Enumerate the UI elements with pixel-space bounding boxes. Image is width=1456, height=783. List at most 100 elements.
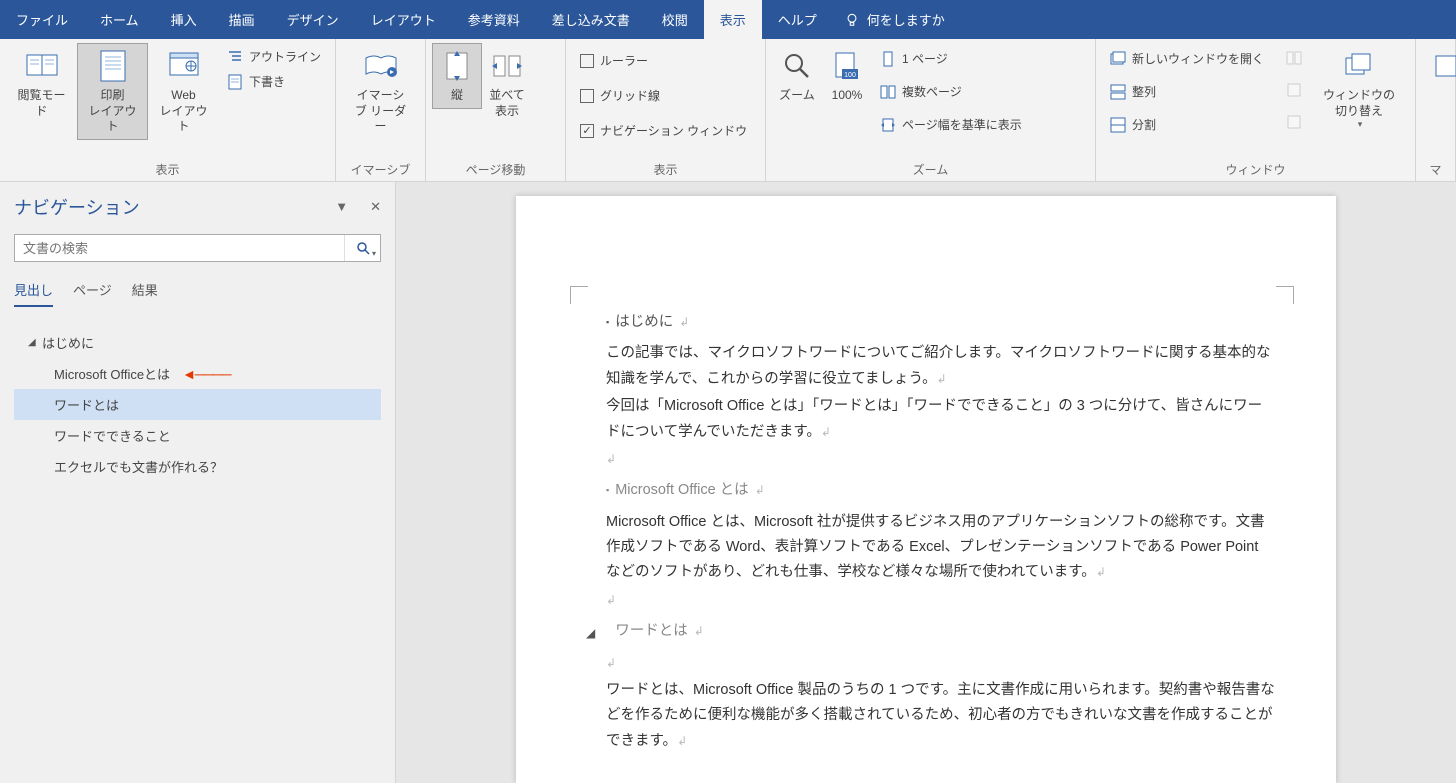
- menu-file[interactable]: ファイル: [0, 0, 84, 39]
- outline-item-word[interactable]: ワードとは: [14, 389, 381, 420]
- chevron-down-icon: ▾: [1358, 119, 1363, 130]
- outline-view-button[interactable]: アウトライン: [223, 45, 325, 68]
- outline-icon: [227, 49, 243, 65]
- checkbox-icon: [580, 89, 594, 103]
- arrange-all-button[interactable]: 整列: [1106, 80, 1268, 103]
- return-mark: ↲: [1096, 565, 1106, 579]
- ribbon-group-zoom: ズーム 100 100% 1 ページ 複数ページ ページ幅を基準に表示 ズーム: [766, 39, 1096, 181]
- search-input[interactable]: [15, 235, 344, 261]
- empty-paragraph[interactable]: ↲: [606, 447, 1276, 472]
- new-window-label: 新しいウィンドウを開く: [1132, 50, 1264, 67]
- paragraph[interactable]: ワードとは、Microsoft Office 製品のうちの 1 つです。主に文書…: [606, 678, 1276, 754]
- return-mark: ↲: [694, 621, 704, 642]
- nav-dropdown-icon[interactable]: ▼: [335, 199, 348, 215]
- heading-text: はじめに: [615, 310, 673, 335]
- menu-design[interactable]: デザイン: [271, 0, 355, 39]
- menu-draw[interactable]: 描画: [213, 0, 271, 39]
- menu-help[interactable]: ヘルプ: [762, 0, 833, 39]
- nav-tab-headings[interactable]: 見出し: [14, 280, 53, 307]
- paragraph[interactable]: Microsoft Office とは、Microsoft 社が提供するビジネス…: [606, 510, 1276, 586]
- menu-references[interactable]: 参考資料: [452, 0, 536, 39]
- window-group-label: ウィンドウ: [1102, 158, 1409, 181]
- macros-icon: [1428, 48, 1456, 84]
- navigation-pane: ナビゲーション ▼ ✕ 見出し ページ 結果 ◢はじめに Microsoft O…: [0, 182, 396, 783]
- menu-insert[interactable]: 挿入: [155, 0, 213, 39]
- menu-mailings[interactable]: 差し込み文書: [536, 0, 646, 39]
- immersive-reader-button[interactable]: イマーシ ブ リーダー: [342, 43, 419, 140]
- nav-pane-checkbox[interactable]: ナビゲーション ウィンドウ: [576, 119, 751, 142]
- read-mode-button[interactable]: 閲覧モード: [6, 43, 77, 124]
- ruler-checkbox[interactable]: ルーラー: [576, 49, 751, 72]
- side-by-side-button[interactable]: 並べて 表示: [482, 43, 532, 124]
- document-page[interactable]: ▪はじめに↲ この記事では、マイクロソフトワードについてご紹介します。マイクロソ…: [516, 196, 1336, 783]
- draft-icon: [227, 74, 243, 90]
- side-by-side-icon: [489, 48, 525, 84]
- multi-page-button[interactable]: 複数ページ: [876, 80, 1026, 103]
- search-button[interactable]: [344, 235, 380, 261]
- menu-view[interactable]: 表示: [704, 0, 762, 39]
- paragraph[interactable]: この記事では、マイクロソフトワードについてご紹介します。マイクロソフトワードに関…: [606, 341, 1276, 392]
- split-button[interactable]: 分割: [1106, 113, 1268, 136]
- compare-icon: [1286, 50, 1302, 66]
- margin-corner-tr: [1276, 286, 1294, 304]
- web-layout-icon: [166, 48, 202, 84]
- empty-paragraph[interactable]: ↲: [606, 588, 1276, 613]
- zoom-100-label: 100%: [832, 88, 863, 104]
- page-width-icon: [880, 117, 896, 133]
- switch-windows-button[interactable]: ウィンドウの 切り替え▾: [1316, 43, 1402, 135]
- draft-label: 下書き: [249, 73, 285, 90]
- switch-windows-icon: [1341, 48, 1377, 84]
- ribbon-group-page-move: 縦 並べて 表示 ページ移動: [426, 39, 566, 181]
- view-side-disabled: [1282, 47, 1306, 69]
- document-content[interactable]: ▪はじめに↲ この記事では、マイクロソフトワードについてご紹介します。マイクロソ…: [606, 310, 1276, 754]
- empty-paragraph[interactable]: ↲: [606, 651, 1276, 676]
- svg-text:100: 100: [844, 72, 856, 79]
- nav-search-box[interactable]: [14, 234, 381, 262]
- outline-item-word-can[interactable]: ワードでできること: [14, 420, 381, 451]
- outline-item-excel[interactable]: エクセルでも文書が作れる？: [14, 451, 381, 482]
- web-layout-button[interactable]: Web レイアウト: [148, 43, 219, 140]
- macros-button[interactable]: [1422, 43, 1456, 93]
- menu-home[interactable]: ホーム: [84, 0, 155, 39]
- return-mark: ↲: [606, 593, 616, 607]
- heading-intro[interactable]: ▪はじめに↲: [606, 310, 1276, 335]
- nav-outline: ◢はじめに Microsoft Officeとは◄──── ワードとは ワードで…: [14, 327, 381, 482]
- gridlines-label: グリッド線: [600, 87, 660, 104]
- new-window-button[interactable]: 新しいウィンドウを開く: [1106, 47, 1268, 70]
- outline-item-intro[interactable]: ◢はじめに: [14, 327, 381, 358]
- page-width-button[interactable]: ページ幅を基準に表示: [876, 113, 1026, 136]
- outline-label: はじめに: [42, 333, 94, 352]
- one-page-button[interactable]: 1 ページ: [876, 47, 1026, 70]
- cursor-mark-icon: ◢: [586, 623, 595, 644]
- draft-view-button[interactable]: 下書き: [223, 70, 325, 93]
- one-page-label: 1 ページ: [902, 50, 948, 67]
- zoom-group-label: ズーム: [772, 158, 1089, 181]
- heading-word[interactable]: ◢▪ワードとは↲: [606, 619, 1276, 644]
- menu-layout[interactable]: レイアウト: [355, 0, 452, 39]
- return-mark: ↲: [606, 656, 616, 670]
- return-mark: ↲: [821, 425, 831, 439]
- zoom-100-button[interactable]: 100 100%: [822, 43, 872, 109]
- outline-item-office[interactable]: Microsoft Officeとは◄────: [14, 358, 381, 389]
- nav-tab-results[interactable]: 結果: [132, 280, 158, 307]
- vertical-scroll-button[interactable]: 縦: [432, 43, 482, 109]
- immersive-group-label: イマーシブ: [342, 158, 419, 181]
- document-view[interactable]: ▪はじめに↲ この記事では、マイクロソフトワードについてご紹介します。マイクロソ…: [396, 182, 1456, 783]
- nav-tab-pages[interactable]: ページ: [73, 280, 112, 307]
- nav-close-icon[interactable]: ✕: [370, 199, 381, 215]
- ruler-label: ルーラー: [600, 52, 648, 69]
- checkbox-checked-icon: [580, 124, 594, 138]
- zoom-icon: [779, 48, 815, 84]
- vertical-scroll-label: 縦: [451, 88, 463, 104]
- paragraph[interactable]: 今回は「Microsoft Office とは」「ワードとは」「ワードでできるこ…: [606, 394, 1276, 445]
- macros-group-label: マ: [1422, 158, 1449, 181]
- web-layout-label: Web レイアウト: [155, 88, 212, 135]
- gridlines-checkbox[interactable]: グリッド線: [576, 84, 751, 107]
- heading-office[interactable]: ▪Microsoft Office とは↲: [606, 478, 1276, 503]
- print-layout-button[interactable]: 印刷 レイアウト: [77, 43, 148, 140]
- menu-review[interactable]: 校閲: [646, 0, 704, 39]
- ribbon-group-immersive: イマーシ ブ リーダー イマーシブ: [336, 39, 426, 181]
- print-layout-icon: [95, 48, 131, 84]
- zoom-button[interactable]: ズーム: [772, 43, 822, 109]
- tell-me-box[interactable]: 何をしますか: [845, 0, 945, 39]
